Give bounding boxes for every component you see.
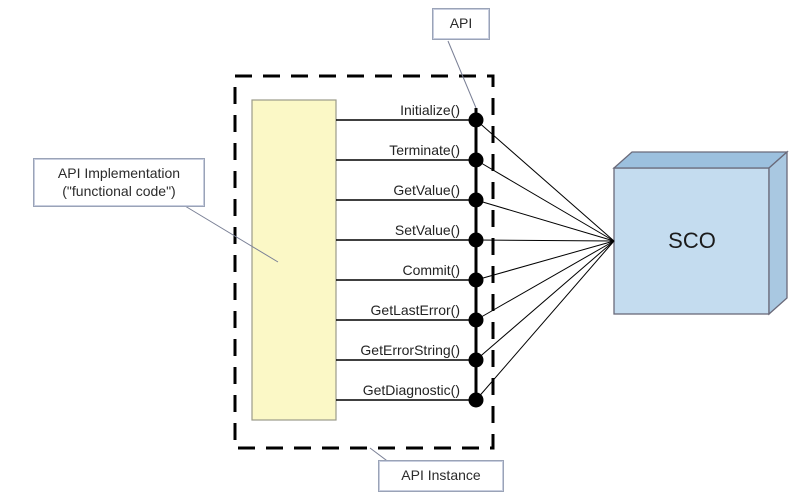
- sco-connector: [476, 120, 614, 241]
- port-dot: [469, 273, 484, 288]
- sco-connector: [476, 160, 614, 241]
- callout-implementation: API Implementation ("functional code"): [33, 158, 205, 207]
- api-implementation-box: [252, 100, 336, 420]
- port-dot: [469, 233, 484, 248]
- method-label: SetValue(): [395, 222, 460, 238]
- method-label: GetLastError(): [371, 302, 460, 318]
- callout-api: API: [432, 8, 490, 40]
- port-dot: [469, 113, 484, 128]
- method-label: GetErrorString(): [360, 342, 460, 358]
- diagram-svg: SCO Initialize() Terminate() GetValue() Set…: [0, 0, 800, 502]
- method-label: GetDiagnostic(): [363, 382, 460, 398]
- sco-connector: [476, 241, 614, 360]
- method-label: Terminate(): [389, 142, 460, 158]
- method-label: Commit(): [402, 262, 460, 278]
- sco-connector: [476, 241, 614, 280]
- sco-connector: [476, 241, 614, 320]
- port-dot: [469, 393, 484, 408]
- port-dot: [469, 153, 484, 168]
- method-label: Initialize(): [400, 102, 460, 118]
- sco-connector: [476, 241, 614, 400]
- sco-label: SCO: [668, 228, 716, 253]
- port-dot: [469, 313, 484, 328]
- callout-api-instance: API Instance: [378, 460, 504, 492]
- port-dot: [469, 353, 484, 368]
- method-label: GetValue(): [393, 182, 460, 198]
- sco-connector: [476, 200, 614, 241]
- port-dot: [469, 193, 484, 208]
- sco-connector: [476, 240, 614, 241]
